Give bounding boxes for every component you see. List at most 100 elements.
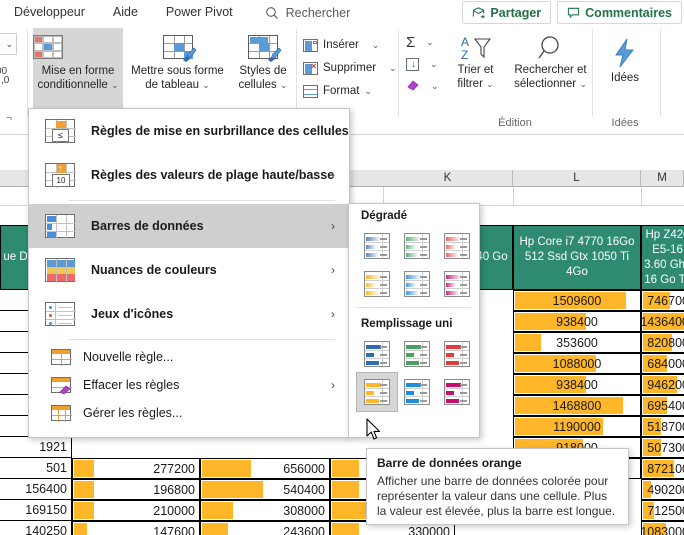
ideas-button[interactable]: Idées — [596, 30, 654, 114]
cell-i-10[interactable]: 540400 — [200, 479, 330, 500]
chevron-down-icon[interactable]: ⌄ — [430, 59, 438, 70]
fat-label-line1: Mettre sous forme — [131, 65, 224, 77]
solid-swatch-green[interactable] — [397, 335, 437, 373]
cell-m-3[interactable]: 820800 — [641, 332, 684, 353]
format-cells-icon — [303, 84, 318, 98]
cell-h-9[interactable]: 277200 — [72, 458, 200, 479]
solid-section-title: Remplissage uni — [361, 318, 453, 330]
solid-swatch-orange[interactable] — [356, 372, 398, 412]
cell-m-6[interactable]: 695400 — [641, 395, 684, 416]
solid-swatch-red[interactable] — [437, 335, 477, 373]
cell-g-11[interactable]: 169150 — [0, 500, 72, 521]
gradient-swatch-orange[interactable] — [357, 265, 397, 303]
cell-m-12[interactable]: 1083000 — [641, 521, 684, 535]
tab-developpeur[interactable]: Développeur — [0, 0, 99, 25]
cell-h-11[interactable]: 210000 — [72, 500, 200, 521]
format-as-table-button[interactable]: Mettre sous forme de tableau ⌄ — [125, 28, 230, 114]
gradient-swatch-red[interactable] — [437, 227, 477, 265]
cell-m-10[interactable]: 490200 — [641, 479, 684, 500]
cell-h-10[interactable]: 196800 — [72, 479, 200, 500]
decimal-buttons[interactable]: 00↓,0 — [0, 67, 9, 86]
chevron-down-icon[interactable]: ⌄ — [372, 40, 380, 51]
cell-m-7[interactable]: 518700 — [641, 416, 684, 437]
cell-m-8[interactable]: 507300 — [641, 437, 684, 458]
menu-item-clear-rules[interactable]: Effacer les règles › — [29, 371, 349, 399]
clear-button[interactable]: ⌄ — [406, 76, 439, 96]
tab-power-pivot[interactable]: Power Pivot — [152, 0, 247, 25]
highlight-rules-icon: ≤ — [45, 119, 76, 144]
cell-l-5[interactable]: 938400 — [513, 374, 641, 395]
cell-i-12[interactable]: 243600 — [200, 521, 330, 535]
fat-label-line2: de tableau — [145, 78, 199, 91]
cell-g-9[interactable]: 501 — [0, 458, 72, 479]
gradient-swatch-lightblue[interactable] — [397, 265, 437, 303]
column-header-m[interactable]: M — [641, 170, 684, 187]
chevron-down-icon: ⌄ — [486, 78, 494, 89]
autosum-button[interactable]: Σ ⌄ — [406, 32, 439, 52]
gradient-swatch-purple[interactable] — [437, 265, 477, 303]
cell-i-9[interactable]: 656000 — [200, 458, 330, 479]
tab-aide[interactable]: Aide — [99, 0, 152, 25]
chevron-down-icon[interactable]: ⌄ — [389, 63, 397, 74]
insert-button[interactable]: Insérer ⌄ — [303, 35, 397, 55]
cell-m-4[interactable]: 684000 — [641, 353, 684, 374]
gradient-swatch-green[interactable] — [397, 227, 437, 265]
header-cell-l: Hp Core i7 4770 16Go 512 Ssd Gtx 1050 Ti… — [513, 225, 641, 290]
cell-l-1[interactable]: 1509600 — [513, 290, 641, 311]
cell-g-8[interactable]: 1921 — [0, 437, 72, 458]
cell-l-3[interactable]: 353600 — [513, 332, 641, 353]
cell-l-2[interactable]: 938400 — [513, 311, 641, 332]
data-bar-swatch — [444, 379, 470, 405]
cell-m-9[interactable]: 872100 — [641, 458, 684, 479]
group-divider — [592, 29, 593, 117]
fill-button[interactable]: ↓ ⌄ — [406, 54, 439, 74]
cell-g-12[interactable]: 140250 — [0, 521, 72, 535]
format-button[interactable]: Format ⌄ — [303, 81, 397, 101]
menu-item-new-rule[interactable]: Nouvelle règle... — [29, 343, 349, 371]
menu-item-manage-rules[interactable]: Gérer les règles... — [29, 399, 349, 427]
cell-h-12[interactable]: 147600 — [72, 521, 200, 535]
menu-divider — [69, 339, 335, 340]
cell-l-4[interactable]: 1088000 — [513, 353, 641, 374]
cell-l-6[interactable]: 1468800 — [513, 395, 641, 416]
dialog-launcher-icon[interactable]: ⌐ — [6, 113, 12, 124]
cell-m-1[interactable]: 746700 — [641, 290, 684, 311]
menu-item-color-scales[interactable]: Nuances de couleurs › — [29, 248, 349, 292]
sort-filter-button[interactable]: A Z Trier et filtrer ⌄ — [443, 30, 508, 114]
delete-button[interactable]: ✕ Supprimer ⌄ — [303, 58, 397, 78]
solid-swatch-purple[interactable] — [437, 373, 477, 411]
cell-g-10[interactable]: 156400 — [0, 479, 72, 500]
menu-item-top-bottom-rules[interactable]: ↑ 10 Règles des valeurs de plage haute/b… — [29, 153, 349, 197]
svg-text:Z: Z — [461, 48, 468, 62]
chevron-down-icon[interactable]: ⌄ — [431, 81, 439, 92]
menu-item-highlight-rules[interactable]: ≤ Règles de mise en surbrillance des cel… — [29, 109, 349, 153]
chevron-down-icon: ⌄ — [5, 39, 13, 49]
data-bars-submenu: Dégradé Remplissage uni — [348, 203, 480, 438]
chevron-down-icon[interactable]: ⌄ — [426, 37, 434, 48]
data-bar — [74, 481, 95, 498]
menu-label: Effacer les règles — [83, 378, 180, 392]
cell-styles-button[interactable]: Styles de cellules ⌄ — [232, 28, 294, 114]
cell-m-5[interactable]: 946200 — [641, 374, 684, 395]
find-select-button[interactable]: Rechercher et sélectionner ⌄ — [508, 30, 593, 114]
cell-m-11[interactable]: 712500 — [641, 500, 684, 521]
cell-i-11[interactable]: 308000 — [200, 500, 330, 521]
column-header-l[interactable]: L — [513, 170, 641, 187]
share-icon — [473, 7, 486, 19]
solid-swatch-blue[interactable] — [357, 335, 397, 373]
column-header-k[interactable]: K — [383, 170, 513, 187]
chevron-down-icon[interactable]: ⌄ — [364, 86, 372, 97]
search-box[interactable]: Rechercher — [265, 6, 350, 20]
insert-label: Insérer — [323, 39, 359, 51]
cell-l-7[interactable]: 1190000 — [513, 416, 641, 437]
comments-button[interactable]: Commentaires — [557, 1, 682, 24]
menu-item-icon-sets[interactable]: Jeux d'icônes › — [29, 292, 349, 336]
solid-swatch-lightblue[interactable] — [397, 373, 437, 411]
find-select-icon — [537, 36, 559, 59]
share-button[interactable]: Partager — [462, 1, 552, 24]
number-format-dropdown[interactable]: ⌄ — [0, 33, 17, 55]
menu-item-data-bars[interactable]: Barres de données › — [29, 204, 349, 248]
cell-m-2[interactable]: 1436400 — [641, 311, 684, 332]
conditional-formatting-button[interactable]: Mise en forme conditionnelle ⌄ — [33, 28, 123, 114]
gradient-swatch-blue[interactable] — [357, 227, 397, 265]
